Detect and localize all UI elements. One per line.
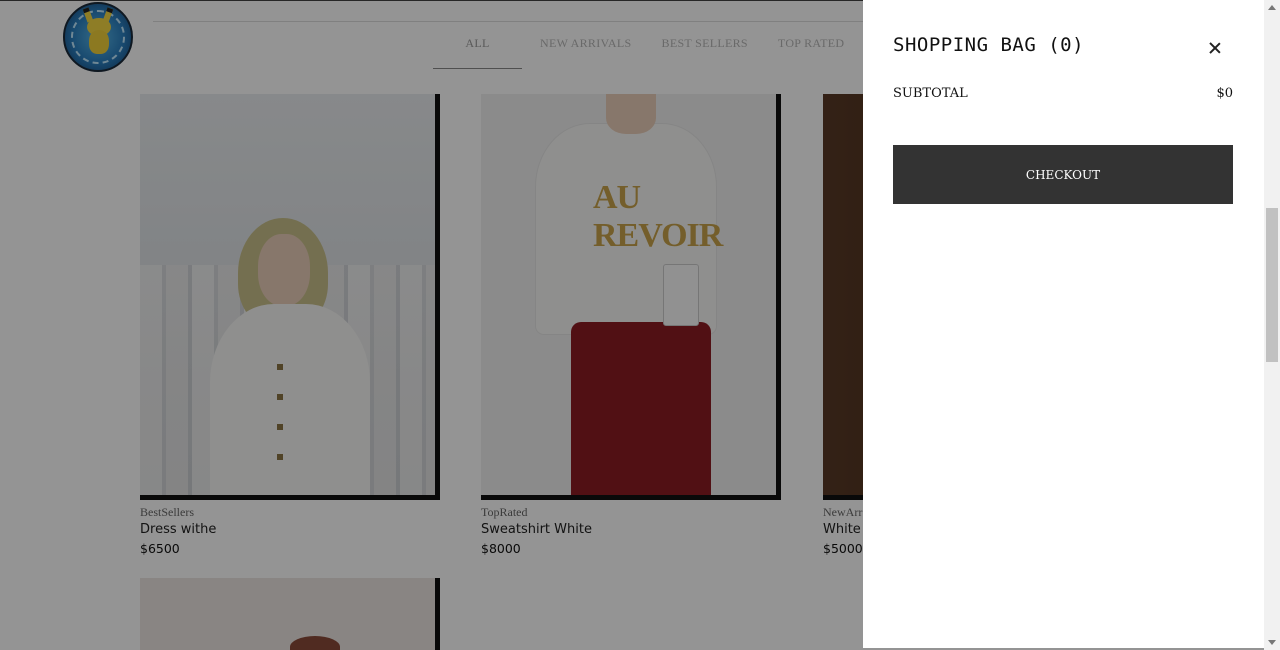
page-scrollbar[interactable]	[1264, 0, 1280, 650]
drawer-title: SHOPPING BAG (0)	[893, 34, 1085, 56]
close-icon[interactable]	[1203, 36, 1227, 60]
subtotal-value: $0	[1216, 86, 1233, 101]
scroll-up-arrow-icon[interactable]	[1268, 5, 1276, 10]
scrollbar-thumb[interactable]	[1266, 208, 1278, 362]
subtotal-label: SUBTOTAL	[893, 86, 968, 101]
checkout-button[interactable]: CHECKOUT	[893, 145, 1233, 204]
shopping-bag-drawer: SHOPPING BAG (0) SUBTOTAL $0 CHECKOUT	[863, 0, 1264, 648]
scroll-down-arrow-icon[interactable]	[1268, 640, 1276, 645]
